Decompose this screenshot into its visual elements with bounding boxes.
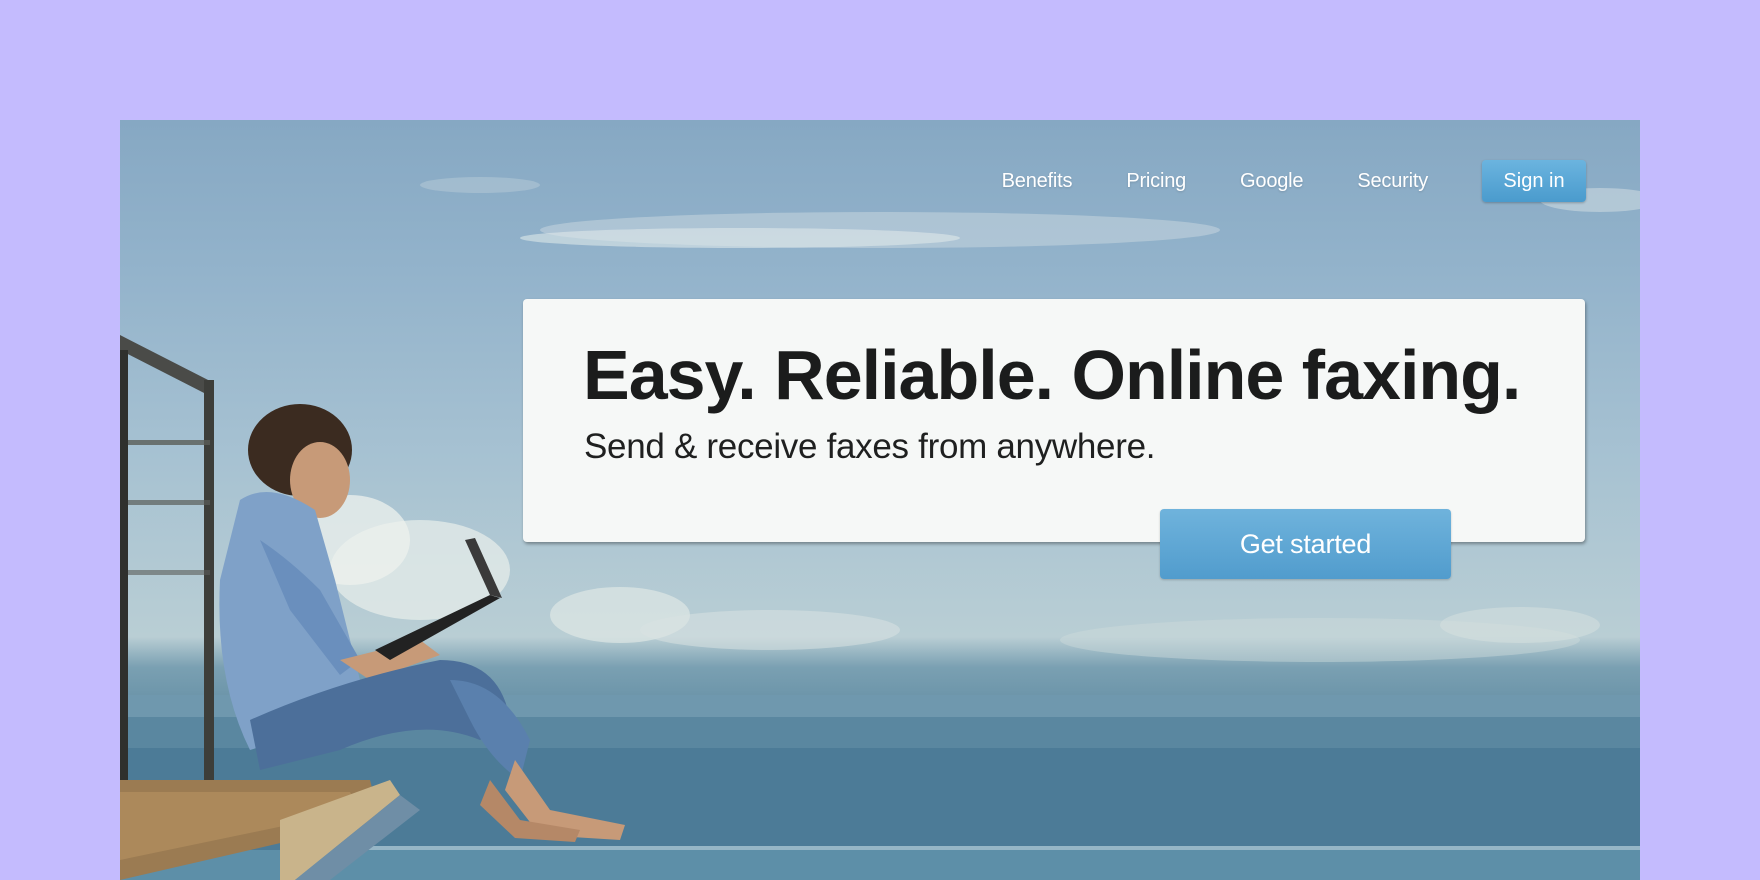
landing-page-frame: Benefits Pricing Google Security Sign in… xyxy=(120,120,1640,880)
nav-link-security[interactable]: Security xyxy=(1357,170,1428,193)
get-started-button[interactable]: Get started xyxy=(1160,509,1451,579)
hero-subheadline: Send & receive faxes from anywhere. xyxy=(584,427,1156,466)
hero-headline: Easy. Reliable. Online faxing. xyxy=(583,336,1521,414)
top-navigation: Benefits Pricing Google Security Sign in xyxy=(1002,160,1586,202)
sign-in-button[interactable]: Sign in xyxy=(1482,160,1586,202)
nav-link-benefits[interactable]: Benefits xyxy=(1002,170,1073,193)
nav-link-pricing[interactable]: Pricing xyxy=(1126,170,1186,193)
hero-card: Easy. Reliable. Online faxing. Send & re… xyxy=(523,299,1585,542)
nav-link-google[interactable]: Google xyxy=(1240,170,1303,193)
